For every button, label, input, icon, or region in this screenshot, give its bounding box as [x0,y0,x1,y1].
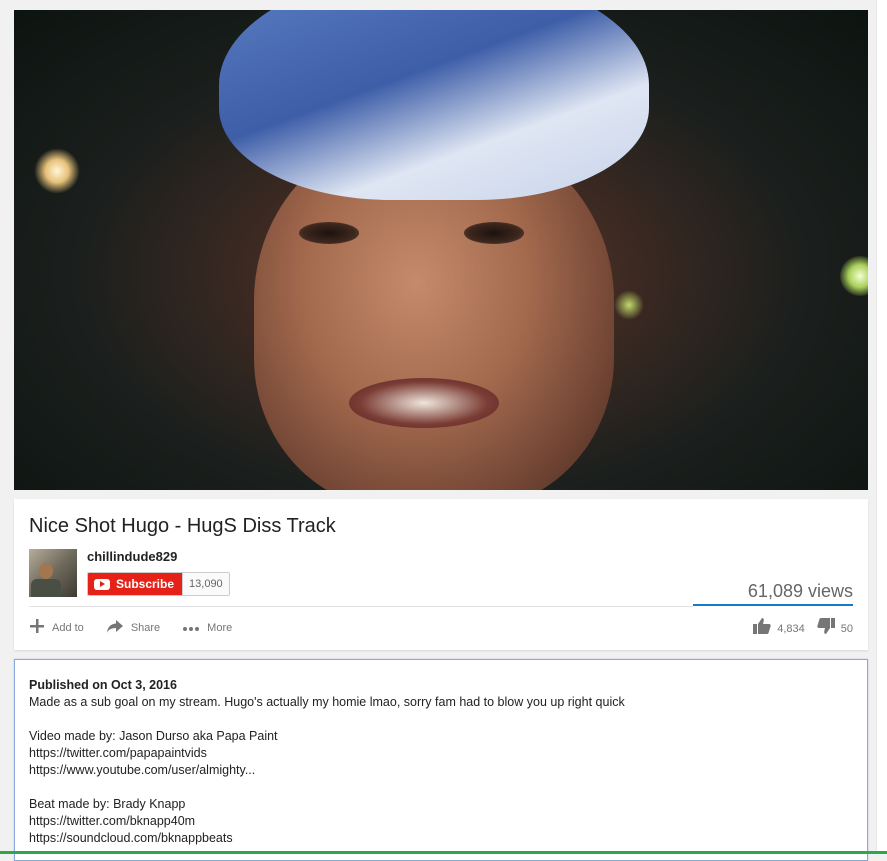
description-link[interactable]: https://twitter.com/bknapp40m [29,813,625,830]
like-count: 4,834 [777,622,805,635]
video-frame-mouth [349,378,499,428]
like-dislike-bar: 4,834 50 [753,618,853,639]
thumbs-down-icon[interactable] [817,618,835,639]
description-text: Beat made by: Brady Knapp [29,797,186,811]
action-bar: Add to Share More [29,618,254,638]
description-body: Published on Oct 3, 2016 Made as a sub g… [29,677,625,847]
subscriber-count: 13,090 [182,573,229,595]
share-button[interactable]: Share [106,618,160,638]
video-info-card: Nice Shot Hugo - HugS Diss Track chillin… [14,499,868,650]
description-text: Video made by: Jason Durso aka Papa Pain… [29,729,278,743]
channel-avatar[interactable] [29,549,77,597]
sentiment-bar [693,604,853,606]
divider [29,606,693,607]
plus-icon [29,618,45,638]
more-dots-icon [182,620,200,636]
description-link[interactable]: https://twitter.com/papapaintvids [29,745,625,762]
publish-date: Published on Oct 3, 2016 [29,678,177,692]
thumbs-up-icon[interactable] [753,618,771,639]
youtube-play-icon [94,578,110,590]
description-link[interactable]: https://soundcloud.com/bknappbeats [29,830,625,847]
description-link[interactable]: https://www.youtube.com/user/almighty... [29,762,625,779]
video-title: Nice Shot Hugo - HugS Diss Track [29,515,336,537]
description-text: Made as a sub goal on my stream. Hugo's … [29,695,625,709]
add-to-label: Add to [52,622,84,634]
more-button[interactable]: More [182,620,232,636]
channel-name-link[interactable]: chillindude829 [87,549,177,564]
share-label: Share [130,622,161,634]
scrollbar[interactable] [876,0,887,854]
view-count: 61,089 views [747,581,853,601]
video-frame-eye [464,222,524,244]
subscribe-label: Subscribe [116,577,175,591]
dislike-count: 50 [840,622,853,635]
background-light [614,290,644,320]
subscribe-button[interactable]: Subscribe 13,090 [87,572,230,596]
description-card: Published on Oct 3, 2016 Made as a sub g… [14,659,868,861]
add-to-button[interactable]: Add to [29,618,84,638]
video-frame-eye [299,222,359,244]
share-arrow-icon [106,618,124,638]
background-light [840,256,868,296]
more-label: More [207,622,233,634]
video-frame-cap [219,10,649,200]
background-light [34,148,80,194]
video-player[interactable] [14,10,868,490]
